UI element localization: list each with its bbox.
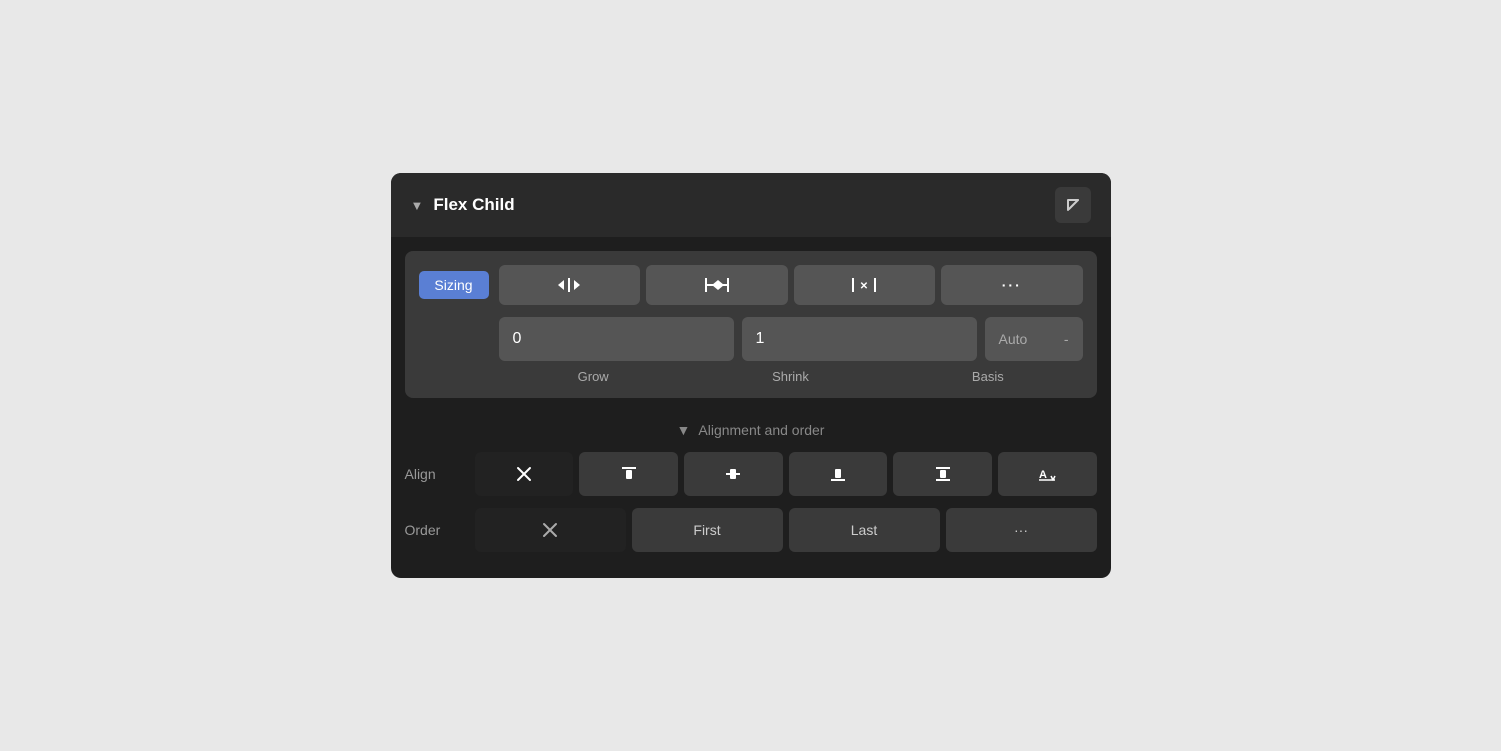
basis-input[interactable]: Auto - <box>985 317 1083 361</box>
panel-header-left: ▼ Flex Child <box>411 195 515 215</box>
flex-child-panel: ▼ Flex Child Sizing <box>391 173 1111 578</box>
order-more-button[interactable]: ··· <box>946 508 1097 552</box>
order-row-label: Order <box>405 522 465 538</box>
panel-header: ▼ Flex Child <box>391 173 1111 237</box>
sizing-field-labels: Grow Shrink Basis <box>419 369 1083 384</box>
sizing-fixed-button[interactable]: ✕ <box>794 265 936 305</box>
sizing-shrink-to-fit-button[interactable] <box>499 265 641 305</box>
align-baseline-icon: A <box>1036 465 1058 483</box>
alignment-section-header: ▼ Alignment and order <box>405 412 1097 452</box>
align-baseline-button[interactable]: A <box>998 452 1097 496</box>
order-last-label: Last <box>851 522 877 538</box>
align-button-group: A <box>475 452 1097 496</box>
order-button-group: First Last ··· <box>475 508 1097 552</box>
panel-title: Flex Child <box>433 195 514 215</box>
order-row: Order First Last <box>405 508 1097 552</box>
order-first-button[interactable]: First <box>632 508 783 552</box>
order-first-label: First <box>693 522 720 538</box>
alignment-chevron: ▼ <box>677 422 691 438</box>
basis-label: Basis <box>893 369 1082 384</box>
basis-value: Auto <box>999 331 1028 347</box>
align-none-icon <box>516 466 532 482</box>
align-stretch-button[interactable] <box>893 452 992 496</box>
shrink-to-fit-icon <box>556 276 582 294</box>
sizing-row: Sizing <box>419 265 1083 305</box>
svg-text:✕: ✕ <box>860 281 868 292</box>
corner-icon <box>1064 196 1082 214</box>
align-start-icon <box>620 465 638 483</box>
shrink-label: Shrink <box>696 369 885 384</box>
align-end-icon <box>829 465 847 483</box>
stretch-icon <box>704 276 730 294</box>
align-row-label: Align <box>405 466 465 482</box>
align-end-button[interactable] <box>789 452 888 496</box>
align-start-button[interactable] <box>579 452 678 496</box>
grow-input[interactable]: 0 <box>499 317 734 361</box>
grow-label: Grow <box>499 369 688 384</box>
order-none-icon <box>542 522 558 538</box>
align-row: Align <box>405 452 1097 496</box>
collapse-chevron[interactable]: ▼ <box>411 198 424 213</box>
sizing-section: Sizing <box>405 251 1097 398</box>
order-last-button[interactable]: Last <box>789 508 940 552</box>
shrink-input[interactable]: 1 <box>742 317 977 361</box>
alignment-section: ▼ Alignment and order Align <box>391 412 1111 578</box>
order-none-button[interactable] <box>475 508 626 552</box>
alignment-section-label: Alignment and order <box>698 422 824 438</box>
sizing-stretch-button[interactable] <box>646 265 788 305</box>
svg-text:A: A <box>1039 469 1047 481</box>
corner-icon-button[interactable] <box>1055 187 1091 223</box>
sizing-inputs-row: 0 1 Auto - <box>419 317 1083 361</box>
order-more-dots: ··· <box>1014 522 1028 538</box>
sizing-label: Sizing <box>419 271 489 299</box>
fixed-icon: ✕ <box>851 276 877 294</box>
basis-suffix: - <box>1064 331 1069 347</box>
sizing-more-dots: ··· <box>1002 277 1022 293</box>
align-none-button[interactable] <box>475 452 574 496</box>
align-center-icon <box>724 465 742 483</box>
sizing-more-button[interactable]: ··· <box>941 265 1083 305</box>
align-center-button[interactable] <box>684 452 783 496</box>
align-stretch-icon <box>934 465 952 483</box>
sizing-buttons: ✕ ··· <box>499 265 1083 305</box>
